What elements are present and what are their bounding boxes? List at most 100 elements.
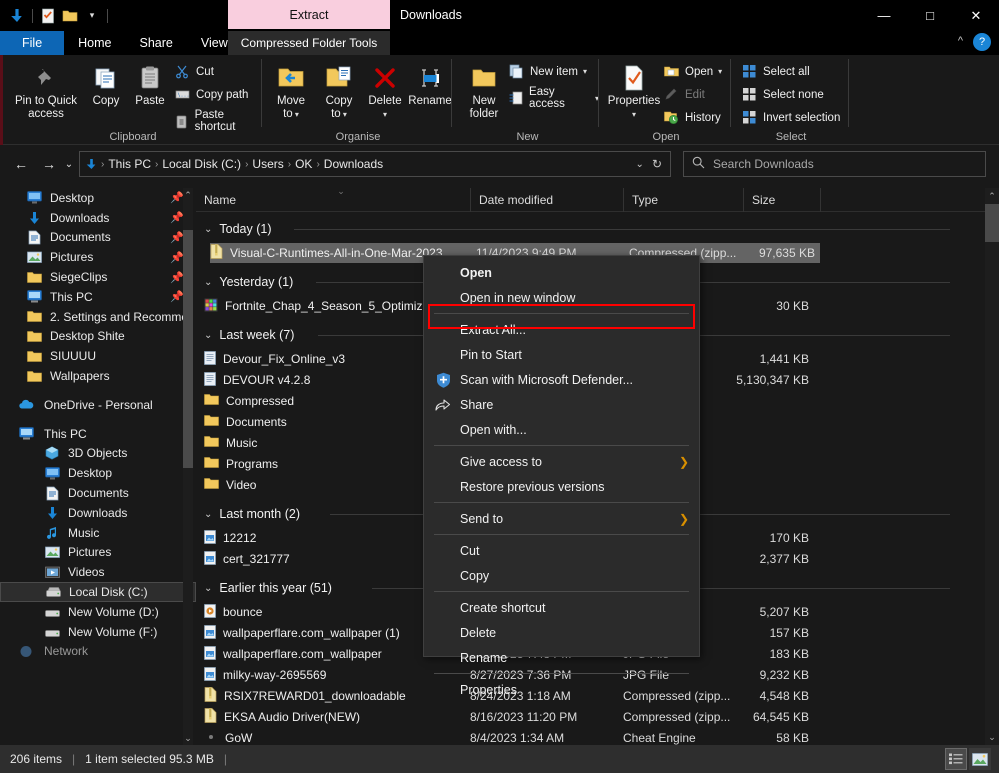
new-folder-button[interactable]: New folder	[460, 61, 508, 121]
chevron-down-icon[interactable]: ⌄	[204, 277, 212, 288]
search-box[interactable]: Search Downloads	[683, 151, 986, 177]
paste-shortcut-button[interactable]: Paste shortcut	[174, 109, 262, 133]
context-menu-item-open-with[interactable]: Open with...	[424, 417, 699, 442]
recent-locations-button[interactable]: ⌄	[58, 153, 80, 175]
properties-caret-icon[interactable]: ▾	[632, 108, 636, 121]
sidebar-item-music[interactable]: Music	[0, 523, 196, 543]
sidebar-item-downloads-pc[interactable]: Downloads	[0, 503, 196, 523]
group-header-today[interactable]: ⌄ Today (1)	[204, 216, 964, 242]
breadcrumb-this-pc[interactable]: This PC	[105, 157, 154, 171]
edit-button[interactable]: Edit	[663, 86, 705, 103]
copy-to-button[interactable]: Copy to ▾	[316, 61, 362, 121]
rename-button[interactable]: Rename	[406, 61, 454, 108]
table-row[interactable]: EKSA Audio Driver(NEW) 8/16/2023 11:20 P…	[204, 707, 964, 727]
pin-icon[interactable]: 📌	[170, 211, 184, 224]
context-menu-item-create-shortcut[interactable]: Create shortcut	[424, 595, 699, 620]
copy-to-caret-icon[interactable]: ▾	[341, 110, 347, 119]
sidebar-item-videos[interactable]: Videos	[0, 562, 196, 582]
context-menu-item-properties[interactable]: Properties	[424, 677, 699, 702]
new-item-button[interactable]: New item ▾	[508, 63, 587, 80]
nav-scroll-down-icon[interactable]: ⌄	[183, 731, 193, 745]
collapse-ribbon-button[interactable]: ^	[958, 35, 963, 47]
context-menu-item-share[interactable]: Share	[424, 392, 699, 417]
pin-icon[interactable]: 📌	[170, 191, 184, 204]
chevron-down-icon[interactable]: ⌄	[204, 583, 212, 594]
open-button[interactable]: Open ▾	[663, 63, 722, 80]
address-bar[interactable]: › This PC › Local Disk (C:) › Users › OK…	[79, 151, 671, 177]
properties-button[interactable]: Properties ▾	[605, 61, 663, 121]
back-button[interactable]: ←	[10, 153, 32, 175]
sidebar-item-local-disk-c[interactable]: Local Disk (C:)	[0, 582, 196, 602]
sidebar-item-network[interactable]: Network	[0, 642, 196, 662]
paste-button[interactable]: Paste	[128, 61, 172, 108]
contextual-tab-extract[interactable]: Extract	[228, 0, 390, 29]
breadcrumb-downloads[interactable]: Downloads	[321, 157, 386, 171]
address-dropdown-icon[interactable]: ⌄	[636, 159, 644, 170]
forward-button[interactable]: →	[38, 153, 60, 175]
tab-compressed-folder-tools[interactable]: Compressed Folder Tools	[228, 31, 390, 55]
open-caret-icon[interactable]: ▾	[718, 67, 722, 76]
context-menu-item-open-in-new-window[interactable]: Open in new window	[424, 285, 699, 310]
sidebar-item-wallpapers[interactable]: Wallpapers	[0, 366, 196, 386]
column-header-date-modified[interactable]: Date modified	[470, 188, 623, 212]
nav-scrollbar-thumb[interactable]	[183, 230, 193, 468]
pin-icon[interactable]: 📌	[170, 251, 184, 264]
help-button[interactable]: ?	[973, 33, 991, 51]
tab-file[interactable]: File	[0, 31, 64, 55]
column-header-name[interactable]: Name ⌄	[196, 188, 470, 212]
scroll-up-icon[interactable]: ⌃	[985, 188, 999, 204]
sidebar-item-settings-recommendations[interactable]: 2. Settings and Recomme	[0, 307, 196, 327]
context-menu-item-restore-previous-versions[interactable]: Restore previous versions	[424, 474, 699, 499]
easy-access-button[interactable]: Easy access ▾	[508, 86, 599, 110]
sidebar-item-desktop[interactable]: Desktop 📌	[0, 188, 196, 208]
context-menu-item-send-to[interactable]: Send to ❯	[424, 506, 699, 531]
column-header-size[interactable]: Size	[743, 188, 820, 212]
tab-share[interactable]: Share	[126, 31, 187, 55]
file-list-scrollbar[interactable]	[985, 188, 999, 745]
context-menu-item-open[interactable]: Open	[424, 260, 699, 285]
sidebar-item-siuuuu[interactable]: SIUUUU	[0, 346, 196, 366]
minimize-button[interactable]: —	[861, 0, 907, 31]
sidebar-item-3d-objects[interactable]: 3D Objects	[0, 444, 196, 464]
sidebar-item-documents-pc[interactable]: Documents	[0, 483, 196, 503]
copy-button[interactable]: Copy	[84, 61, 128, 108]
refresh-icon[interactable]: ↻	[652, 157, 662, 171]
delete-caret-icon[interactable]: ▾	[383, 108, 387, 121]
nav-scroll-up-icon[interactable]: ⌃	[183, 188, 193, 202]
sidebar-item-documents[interactable]: Documents 📌	[0, 228, 196, 248]
sidebar-item-pictures[interactable]: Pictures 📌	[0, 247, 196, 267]
breadcrumb-ok[interactable]: OK	[292, 157, 315, 171]
pin-icon[interactable]: 📌	[170, 271, 184, 284]
context-menu-item-rename[interactable]: Rename	[424, 645, 699, 670]
details-view-button[interactable]	[945, 748, 967, 770]
large-icons-view-button[interactable]	[969, 748, 991, 770]
sidebar-item-downloads[interactable]: Downloads 📌	[0, 208, 196, 228]
delete-button[interactable]: Delete ▾	[364, 61, 406, 121]
customize-qat-icon[interactable]: ▾	[81, 5, 103, 27]
context-menu-item-scan-with-defender[interactable]: Scan with Microsoft Defender...	[424, 367, 699, 392]
sidebar-item-desktop-pc[interactable]: Desktop	[0, 463, 196, 483]
context-menu-item-extract-all[interactable]: Extract All...	[424, 317, 699, 342]
sidebar-item-desktop-shite[interactable]: Desktop Shite	[0, 327, 196, 347]
sidebar-item-this-pc[interactable]: This PC	[0, 424, 196, 444]
sidebar-item-pictures-pc[interactable]: Pictures	[0, 543, 196, 563]
move-to-button[interactable]: Move to ▾	[268, 61, 314, 121]
tab-home[interactable]: Home	[64, 31, 125, 55]
pin-icon[interactable]: 📌	[170, 231, 184, 244]
chevron-down-icon[interactable]: ⌄	[204, 509, 212, 520]
pin-icon[interactable]: 📌	[170, 290, 184, 303]
column-header-type[interactable]: Type	[623, 188, 743, 212]
sidebar-item-new-volume-d[interactable]: New Volume (D:)	[0, 602, 196, 622]
context-menu-item-pin-to-start[interactable]: Pin to Start	[424, 342, 699, 367]
context-menu-item-delete[interactable]: Delete	[424, 620, 699, 645]
sidebar-item-new-volume-f[interactable]: New Volume (F:)	[0, 622, 196, 642]
sidebar-item-this-pc-qa[interactable]: This PC 📌	[0, 287, 196, 307]
column-header-blank[interactable]	[820, 188, 985, 212]
scroll-down-icon[interactable]: ⌄	[985, 729, 999, 745]
properties-icon[interactable]	[37, 5, 59, 27]
downloads-icon[interactable]	[6, 5, 28, 27]
close-button[interactable]: ✕	[953, 0, 999, 31]
cut-button[interactable]: Cut	[174, 63, 214, 80]
breadcrumb-local-disk[interactable]: Local Disk (C:)	[159, 157, 244, 171]
new-folder-icon[interactable]	[59, 5, 81, 27]
